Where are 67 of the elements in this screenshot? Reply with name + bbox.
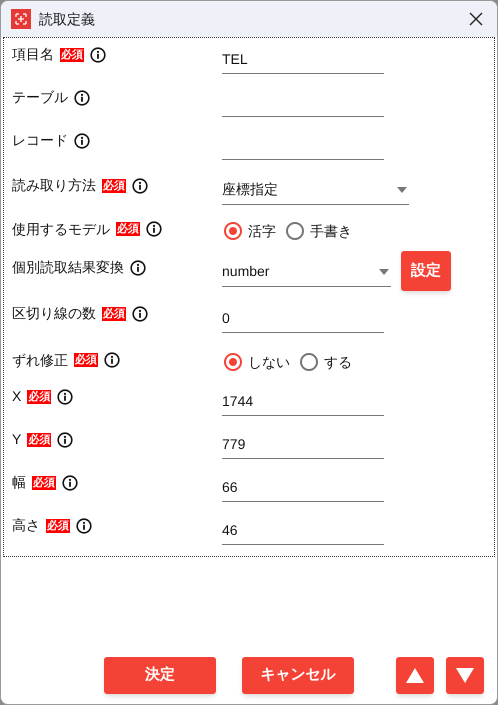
info-icon[interactable]	[130, 260, 146, 276]
field-value: TEL	[222, 50, 248, 69]
info-icon[interactable]	[90, 46, 106, 62]
field-value: 66	[222, 478, 238, 497]
dialog-button[interactable]: 決定	[104, 657, 216, 694]
field-label: テーブル	[12, 88, 68, 107]
radio-label: しない	[248, 352, 290, 372]
app-logo-icon	[11, 9, 31, 29]
text-field[interactable]: 0	[222, 305, 384, 333]
dropdown-caret-icon	[397, 186, 407, 192]
field-label: 使用するモデル	[12, 220, 110, 238]
field-value: 779	[222, 435, 246, 454]
radio-label: 手書き	[310, 222, 352, 240]
settings-button[interactable]: 設定	[401, 251, 451, 291]
close-icon[interactable]	[469, 12, 483, 26]
info-icon[interactable]	[57, 432, 74, 448]
text-field[interactable]: 66	[222, 474, 384, 502]
field-value: 0	[222, 309, 230, 328]
dropdown-caret-icon	[379, 268, 389, 274]
required-badge: 必須	[27, 390, 52, 404]
radio-button[interactable]	[224, 222, 242, 240]
required-badge: 必須	[74, 353, 98, 367]
required-badge: 必須	[60, 48, 84, 62]
info-icon[interactable]	[62, 474, 78, 490]
radio-label: する	[324, 352, 352, 372]
select-field[interactable]: 座標指定	[222, 175, 409, 205]
info-icon[interactable]	[104, 352, 120, 368]
text-field[interactable]: TEL	[222, 46, 384, 74]
field-label: 項目名	[12, 45, 54, 64]
down-triangle-icon	[456, 668, 474, 683]
field-label: X	[12, 387, 22, 406]
field-value: 46	[222, 521, 238, 540]
radio-label: 活字	[248, 222, 276, 240]
required-badge: 必須	[32, 476, 56, 490]
window-title: 読取定義	[39, 10, 95, 28]
select-field[interactable]: number	[222, 257, 391, 287]
text-field[interactable]: 779	[222, 431, 384, 459]
radio-button[interactable]	[224, 353, 242, 371]
info-icon[interactable]	[57, 388, 74, 404]
field-label: ずれ修正	[12, 350, 68, 370]
required-badge: 必須	[102, 306, 126, 320]
info-icon[interactable]	[132, 306, 148, 322]
field-label: 個別読取結果変換	[12, 258, 124, 277]
field-label: 区切り線の数	[12, 304, 96, 323]
field-label: 高さ	[12, 516, 40, 535]
required-badge: 必須	[27, 432, 52, 446]
field-label: 幅	[12, 473, 26, 492]
radio-button[interactable]	[286, 222, 304, 240]
text-field[interactable]: 1744	[222, 388, 384, 416]
field-value: 1744	[222, 392, 254, 411]
field-label: 読み取り方法	[12, 176, 96, 195]
field-label: Y	[12, 430, 22, 449]
radio-button[interactable]	[300, 353, 318, 371]
required-badge: 必須	[46, 518, 70, 532]
field-label: レコード	[12, 131, 68, 150]
text-field[interactable]: 46	[222, 517, 384, 545]
info-icon[interactable]	[74, 90, 90, 106]
required-badge: 必須	[102, 178, 126, 192]
info-icon[interactable]	[76, 518, 92, 534]
up-triangle-icon	[406, 668, 424, 683]
info-icon[interactable]	[74, 132, 90, 148]
info-icon[interactable]	[132, 178, 148, 194]
required-badge: 必須	[116, 222, 140, 236]
move-down-button[interactable]	[446, 657, 484, 694]
move-up-button[interactable]	[396, 657, 434, 694]
info-icon[interactable]	[146, 221, 162, 237]
dialog-button[interactable]: キャンセル	[242, 657, 354, 694]
